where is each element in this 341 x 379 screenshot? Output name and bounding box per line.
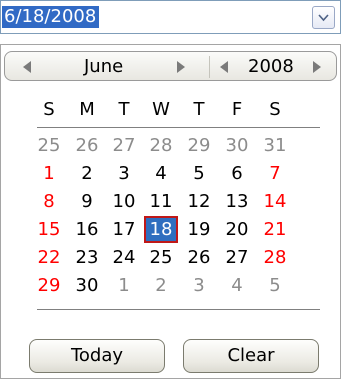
day-cell[interactable]: 16 (70, 216, 104, 243)
day-cell[interactable]: 29 (182, 132, 216, 159)
day-cell[interactable]: 8 (32, 188, 66, 215)
today-button[interactable]: Today (29, 339, 165, 373)
day-cell[interactable]: 13 (220, 188, 254, 215)
weekday-label: W (152, 99, 170, 120)
year-label[interactable]: 2008 (248, 56, 294, 78)
day-cell[interactable]: 5 (258, 272, 292, 299)
calendar-navbar: June 2008 (4, 51, 337, 81)
day-cell[interactable]: 23 (70, 244, 104, 271)
day-cell[interactable]: 27 (107, 132, 141, 159)
day-cell[interactable]: 15 (32, 216, 66, 243)
dropdown-button[interactable] (312, 6, 335, 29)
day-cell[interactable]: 12 (182, 188, 216, 215)
day-cell[interactable]: 10 (107, 188, 141, 215)
calendar-dropdown: June 2008 SMTWTFS 25 26 27 28 29 30 31 1 2 3 4 5 6 7 8… (0, 44, 341, 379)
day-cell[interactable]: 14 (258, 188, 292, 215)
weekday-label: S (269, 99, 281, 120)
day-cell[interactable]: 28 (144, 132, 178, 159)
day-cell[interactable]: 5 (182, 160, 216, 187)
day-cell[interactable]: 19 (182, 216, 216, 243)
day-cell[interactable]: 22 (32, 244, 66, 271)
header-divider (37, 127, 320, 128)
weekday-label: F (231, 99, 243, 120)
day-cell[interactable]: 4 (220, 272, 254, 299)
chevron-down-icon (318, 14, 329, 22)
day-cell[interactable]: 9 (70, 188, 104, 215)
day-cell[interactable]: 25 (144, 244, 178, 271)
day-cell[interactable]: 24 (107, 244, 141, 271)
day-cell[interactable]: 29 (32, 272, 66, 299)
day-cell[interactable]: 21 (258, 216, 292, 243)
weekday-label: T (118, 99, 130, 120)
day-cell[interactable]: 17 (107, 216, 141, 243)
day-cell[interactable]: 4 (144, 160, 178, 187)
day-cell-selected[interactable]: 18 (144, 216, 178, 243)
day-cell[interactable]: 25 (32, 132, 66, 159)
day-cell[interactable]: 1 (107, 272, 141, 299)
weekday-label: M (79, 99, 95, 120)
day-cell[interactable]: 26 (182, 244, 216, 271)
date-input-value[interactable]: 6/18/2008 (2, 6, 100, 28)
day-cell[interactable]: 28 (258, 244, 292, 271)
clear-button[interactable]: Clear (183, 339, 319, 373)
day-cell[interactable]: 30 (220, 132, 254, 159)
month-label[interactable]: June (84, 56, 123, 78)
prev-year-icon[interactable] (219, 61, 229, 73)
day-cell[interactable]: 7 (258, 160, 292, 187)
day-cell[interactable]: 30 (70, 272, 104, 299)
weekday-label: S (43, 99, 55, 120)
day-cell[interactable]: 31 (258, 132, 292, 159)
day-cell[interactable]: 26 (70, 132, 104, 159)
day-cell[interactable]: 20 (220, 216, 254, 243)
day-cell[interactable]: 11 (144, 188, 178, 215)
day-cell[interactable]: 6 (220, 160, 254, 187)
footer-divider (37, 309, 320, 310)
day-cell[interactable]: 3 (107, 160, 141, 187)
day-cell[interactable]: 2 (70, 160, 104, 187)
day-cell[interactable]: 1 (32, 160, 66, 187)
day-cell[interactable]: 27 (220, 244, 254, 271)
weekday-label: T (193, 99, 205, 120)
date-combobox[interactable]: 6/18/2008 (0, 0, 341, 34)
navbar-divider (209, 56, 210, 78)
next-year-icon[interactable] (312, 61, 322, 73)
day-cell[interactable]: 2 (144, 272, 178, 299)
day-cell[interactable]: 3 (182, 272, 216, 299)
next-month-icon[interactable] (176, 61, 186, 73)
prev-month-icon[interactable] (22, 61, 32, 73)
